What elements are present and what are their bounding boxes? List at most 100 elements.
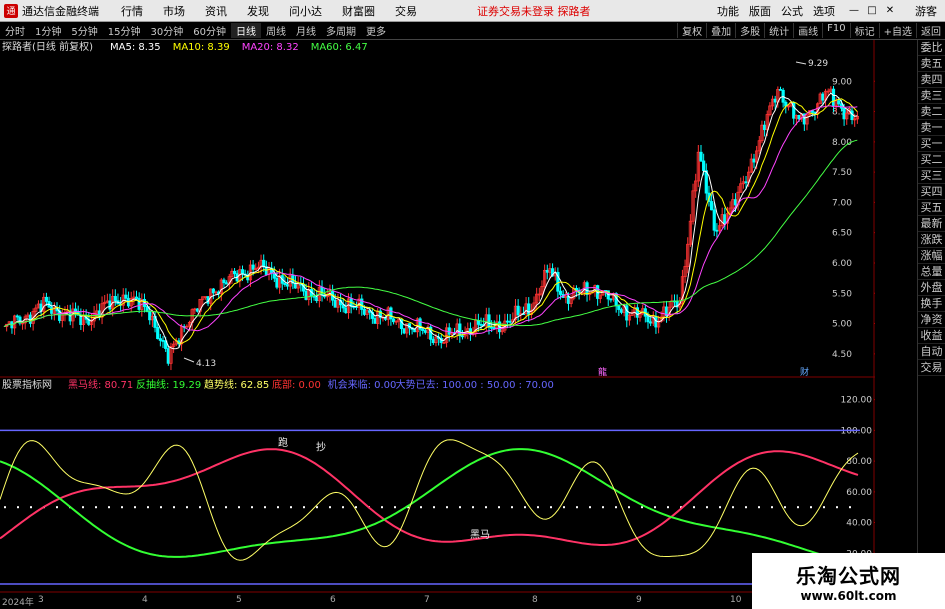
period-tab-8[interactable]: 月线 bbox=[291, 23, 321, 38]
quote-item-7[interactable]: 买二 bbox=[918, 152, 945, 168]
period-tab-9[interactable]: 多周期 bbox=[321, 23, 361, 38]
right-menu-item-1[interactable]: 版面 bbox=[749, 5, 771, 18]
candle-body bbox=[649, 321, 653, 324]
menu-item-4[interactable]: 问小达 bbox=[289, 5, 322, 18]
candle-body bbox=[421, 328, 425, 331]
menu-item-6[interactable]: 交易 bbox=[395, 5, 417, 18]
candle-body bbox=[124, 294, 128, 299]
tool-button-6[interactable]: 标记 bbox=[849, 23, 879, 38]
quote-item-10[interactable]: 买五 bbox=[918, 200, 945, 216]
period-tab-5[interactable]: 60分钟 bbox=[188, 23, 231, 38]
candle-body bbox=[487, 314, 491, 328]
quote-item-11[interactable]: 最新 bbox=[918, 216, 945, 232]
period-tab-4[interactable]: 30分钟 bbox=[145, 23, 188, 38]
right-menu-item-2[interactable]: 公式 bbox=[781, 5, 803, 18]
minimize-icon[interactable]: — bbox=[847, 5, 861, 16]
tool-button-2[interactable]: 多股 bbox=[735, 23, 764, 38]
title-bar: 通 通达信金融终端 行情 市场 资讯 发现 问小达 财富圈 交易 证券交易未登录 探路者 功… bbox=[0, 0, 945, 22]
candle-body bbox=[431, 338, 435, 344]
period-tab-6[interactable]: 日线 bbox=[230, 23, 261, 38]
period-tab-1[interactable]: 1分钟 bbox=[30, 23, 66, 38]
event-marker-1[interactable]: 财 bbox=[800, 366, 809, 378]
candle-body bbox=[304, 290, 308, 300]
indicator-name: 股票指标网 bbox=[2, 378, 52, 391]
quote-item-3[interactable]: 卖三 bbox=[918, 88, 945, 104]
candle-body bbox=[837, 100, 841, 105]
indicator-tick-3: 60.00 bbox=[846, 488, 872, 498]
login-notice[interactable]: 证券交易未登录 探路者 bbox=[477, 3, 591, 19]
price-tick-8: 5.00 bbox=[832, 320, 852, 330]
quote-item-18[interactable]: 收益 bbox=[918, 328, 945, 344]
menu-item-3[interactable]: 发现 bbox=[247, 5, 269, 18]
tool-button-4[interactable]: 画线 bbox=[793, 23, 822, 38]
tool-button-8[interactable]: 返回 bbox=[916, 23, 945, 38]
guest-button[interactable]: 游客 bbox=[915, 3, 937, 19]
tool-button-1[interactable]: 叠加 bbox=[706, 23, 735, 38]
candle-body bbox=[712, 209, 716, 231]
quote-item-17[interactable]: 净资 bbox=[918, 312, 945, 328]
price-tick-0: 9.00 bbox=[832, 77, 852, 87]
quote-item-2[interactable]: 卖四 bbox=[918, 72, 945, 88]
candle-body bbox=[516, 305, 520, 316]
close-icon[interactable]: ✕ bbox=[883, 5, 897, 16]
candle-body bbox=[646, 315, 650, 323]
quote-item-20[interactable]: 交易 bbox=[918, 360, 945, 376]
candle-body bbox=[211, 288, 215, 294]
date-label-5: 7 bbox=[424, 595, 430, 605]
quote-item-0[interactable]: 委比 bbox=[918, 40, 945, 56]
candle-body bbox=[617, 305, 621, 310]
indicator-field-4: 机会来临: 0.00 bbox=[328, 378, 397, 391]
quote-item-8[interactable]: 买三 bbox=[918, 168, 945, 184]
right-menu: 功能 版面 公式 选项 bbox=[707, 3, 835, 19]
quote-item-15[interactable]: 外盘 bbox=[918, 280, 945, 296]
low-price-label: 4.13 bbox=[196, 359, 216, 369]
right-menu-item-3[interactable]: 选项 bbox=[813, 5, 835, 18]
quote-item-6[interactable]: 买一 bbox=[918, 136, 945, 152]
candle-body bbox=[585, 282, 589, 295]
tool-button-7[interactable]: +自选 bbox=[878, 23, 916, 38]
candle-body bbox=[158, 338, 162, 341]
candle-body bbox=[373, 318, 377, 324]
tool-button-0[interactable]: 复权 bbox=[677, 23, 706, 38]
period-tab-3[interactable]: 15分钟 bbox=[103, 23, 146, 38]
indicator-chart[interactable]: 股票指标网 黑马线: 80.71 反抽线: 19.29 趋势线: 62.85 底部: 0… bbox=[0, 378, 875, 593]
candle-body bbox=[490, 326, 494, 329]
candle-body bbox=[479, 324, 483, 326]
quote-item-1[interactable]: 卖五 bbox=[918, 56, 945, 72]
quote-item-9[interactable]: 买四 bbox=[918, 184, 945, 200]
price-tick-5: 6.50 bbox=[832, 229, 852, 239]
signal-label-1: 抄 bbox=[316, 440, 326, 453]
candle-body bbox=[232, 270, 237, 275]
quote-item-13[interactable]: 涨幅 bbox=[918, 248, 945, 264]
menu-item-0[interactable]: 行情 bbox=[121, 5, 143, 18]
period-tab-7[interactable]: 周线 bbox=[261, 23, 291, 38]
tool-button-3[interactable]: 统计 bbox=[764, 23, 793, 38]
right-menu-item-0[interactable]: 功能 bbox=[717, 5, 739, 18]
high-price-label: 9.29 bbox=[808, 59, 828, 69]
menu-item-1[interactable]: 市场 bbox=[163, 5, 185, 18]
quote-item-16[interactable]: 换手 bbox=[918, 296, 945, 312]
quote-item-4[interactable]: 卖二 bbox=[918, 104, 945, 120]
maximize-icon[interactable]: □ bbox=[865, 5, 879, 16]
candle-body bbox=[773, 98, 777, 103]
period-tab-2[interactable]: 5分钟 bbox=[66, 23, 102, 38]
event-marker-0[interactable]: 龍 bbox=[598, 366, 607, 378]
quote-item-19[interactable]: 自动 bbox=[918, 344, 945, 360]
tool-button-5[interactable]: F10 bbox=[822, 23, 849, 38]
menu-item-2[interactable]: 资讯 bbox=[205, 5, 227, 18]
candle-body bbox=[389, 307, 393, 320]
quote-item-5[interactable]: 卖一 bbox=[918, 120, 945, 136]
candle-body bbox=[251, 264, 255, 270]
candle-body bbox=[283, 282, 287, 285]
date-label-8: 10 bbox=[730, 595, 742, 605]
period-tab-10[interactable]: 更多 bbox=[361, 23, 391, 38]
menu-item-5[interactable]: 财富圈 bbox=[342, 5, 375, 18]
date-label-3: 5 bbox=[236, 595, 242, 605]
period-tab-0[interactable]: 分时 bbox=[0, 23, 30, 38]
quote-item-14[interactable]: 总量 bbox=[918, 264, 945, 280]
candle-body bbox=[842, 107, 846, 120]
indicator-tick-0: 120.00 bbox=[841, 396, 873, 406]
quote-item-12[interactable]: 涨跌 bbox=[918, 232, 945, 248]
kline-chart[interactable]: 探路者(日线 前复权) MA5: 8.35 MA10: 8.39 MA20: 8.32… bbox=[0, 40, 875, 378]
candle-body bbox=[402, 328, 406, 334]
